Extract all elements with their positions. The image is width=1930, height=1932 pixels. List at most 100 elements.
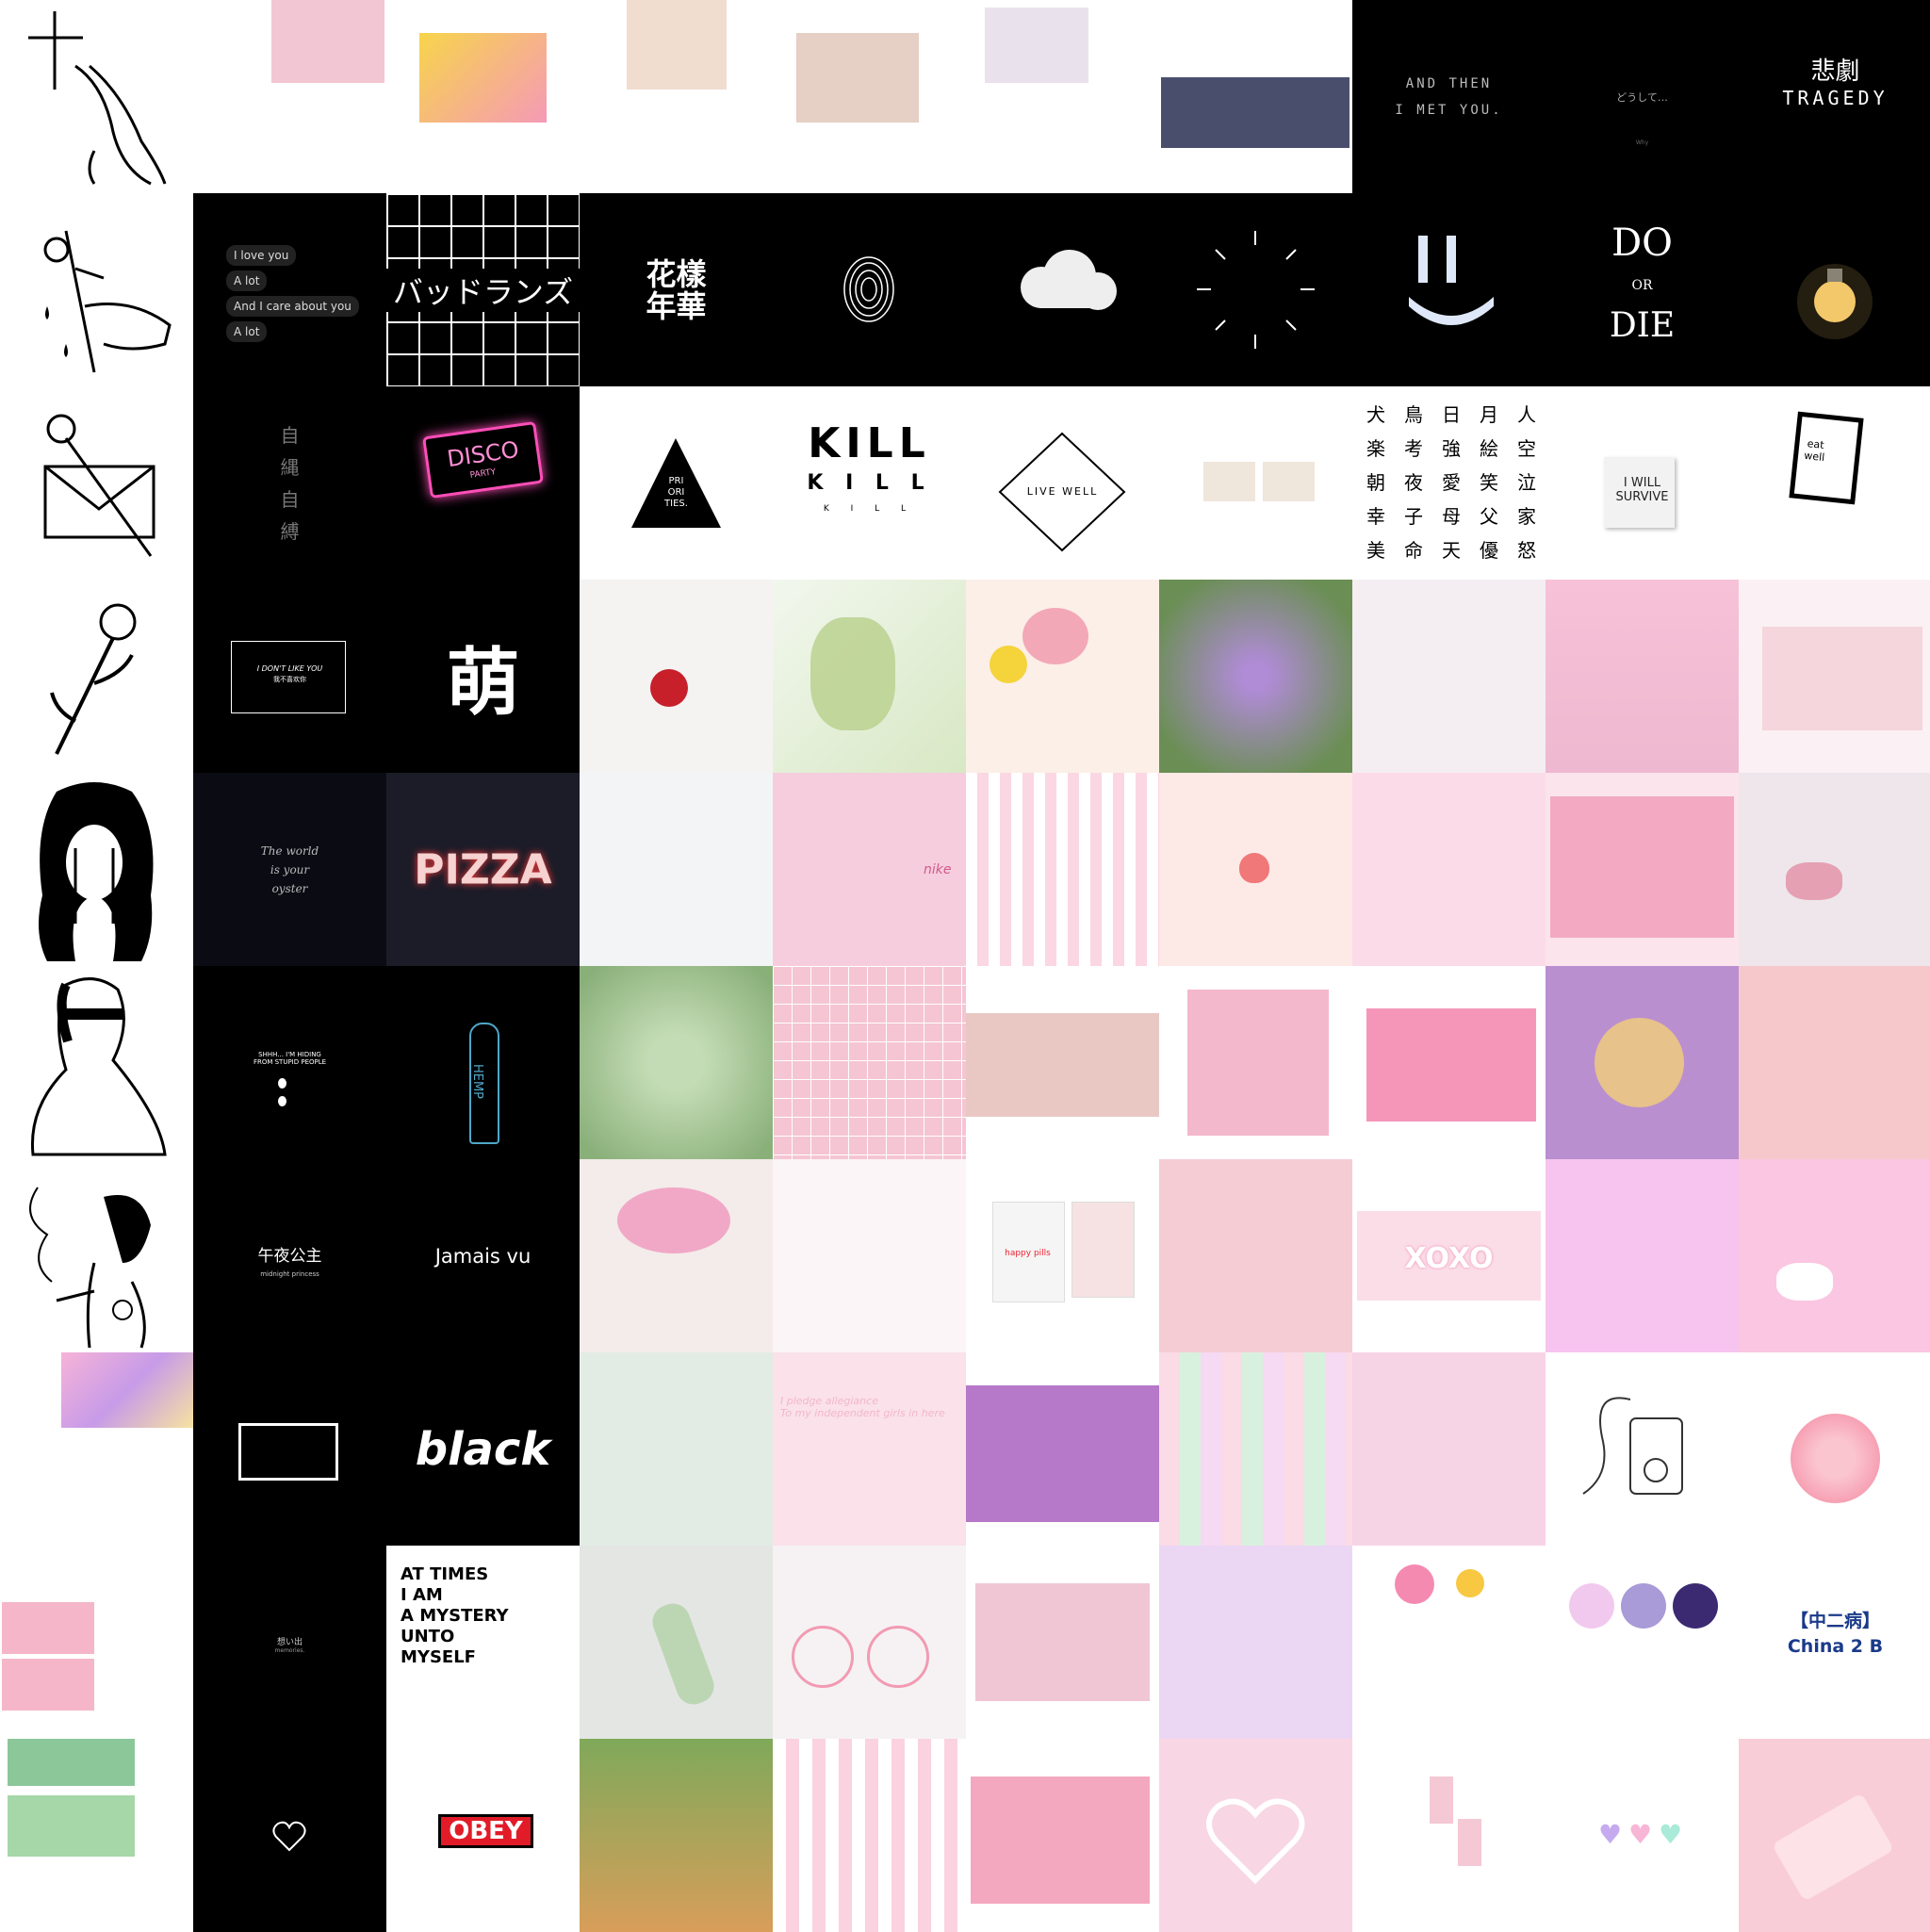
empty-rectangle — [238, 1423, 338, 1481]
pink-shirt-tile: nike — [773, 773, 966, 966]
tragedy-cn-text: 悲劇 — [1810, 57, 1860, 86]
kill-tile: KILL K I L L K I L L — [773, 386, 966, 580]
white-heart-tile — [1159, 1739, 1352, 1932]
blindfolded-woman-drawing — [0, 966, 193, 1159]
stars-burst-tile — [1159, 193, 1352, 386]
shhh-tile: SHHH... I'M HIDING FROM STUPID PEOPLE — [193, 966, 386, 1159]
unicorn-tile — [1739, 1159, 1930, 1352]
strawberry-pin-tile — [1159, 773, 1352, 966]
obey-tile: OBEY — [386, 1739, 580, 1932]
praying-hands-icon — [28, 11, 167, 186]
pizza-neon-tile: PIZZA — [386, 773, 580, 966]
bunny-slippers-tile — [966, 0, 1159, 193]
tragedy-tile: 悲劇 TRAGEDY — [1739, 0, 1930, 193]
pink-candy-bowl-tile — [966, 1352, 1159, 1546]
dripping-face-tile — [1352, 193, 1546, 386]
music-player-icon — [1582, 1397, 1683, 1495]
window-glasses-tile — [580, 1352, 773, 1546]
pledge-text: I pledge allegiance To my independent gi… — [780, 1395, 945, 1419]
heart-outline-tile — [193, 1739, 386, 1932]
kanji-col-4: 月絵笑父優 — [1480, 403, 1498, 562]
kill-small-text: K I L L — [823, 504, 916, 514]
dont-like-sub-text: 我不喜欢你 — [273, 676, 306, 683]
pocky-sticks-tile — [773, 1159, 966, 1352]
praying-hands-cross-drawing — [0, 0, 193, 193]
anime-girl-brushing-tile — [773, 0, 966, 193]
zibai-tile: 自 縄 自 縛 — [193, 386, 386, 580]
doushite-sub-text: Why — [1635, 139, 1649, 146]
world-oyster-text: The world is your oyster — [260, 843, 319, 895]
water-bottles-tile — [1159, 1159, 1352, 1352]
rose-icon — [50, 603, 137, 755]
round-glasses-tile — [773, 1546, 966, 1739]
marshmallows-tile — [1739, 773, 1930, 966]
heart-icon — [1206, 1798, 1305, 1885]
kanji-col-5: 人空泣家怒 — [1517, 403, 1536, 562]
purple-daisies-tile — [1159, 580, 1352, 773]
hand-holding-rose-drawing — [0, 193, 193, 386]
blindfold-woman-icon — [30, 977, 167, 1156]
pizza-text: PIZZA — [414, 845, 552, 893]
anime-bike-girl-tile — [1352, 1352, 1546, 1546]
midnight-cn-text: 午夜公主 — [257, 1247, 322, 1266]
pink-stripes-bow-tile — [773, 1739, 966, 1932]
shhh-text: SHHH... I'M HIDING FROM STUPID PEOPLE — [253, 1051, 327, 1066]
pink-gift-bag-tile — [966, 1739, 1159, 1932]
crying-woman-icon — [39, 782, 154, 961]
green-succulent-tile — [773, 580, 966, 773]
jamais-vu-tile: Jamais vu — [386, 1159, 580, 1352]
hemp-neon-tile: HEMP — [386, 966, 580, 1159]
pastel-dress-tile — [1159, 1546, 1352, 1739]
happy-pills-text: happy pills — [1005, 1249, 1051, 1258]
anime-sleeping-girl-tile — [0, 1546, 193, 1739]
priorities-text: PRI ORI TIES. — [664, 476, 688, 509]
jamais-vu-text: Jamais vu — [434, 1244, 532, 1268]
single-rose-drawing — [0, 580, 193, 773]
envelope-rose-icon — [43, 414, 155, 557]
i-will-survive-text: I WILL SURVIVE — [1615, 476, 1669, 504]
lace-fabric-tile — [1352, 580, 1546, 773]
memories-text: memories. — [274, 1647, 305, 1654]
dont-like-text: I DON'T LIKE YOU — [256, 664, 323, 673]
deer-frames-tile — [1159, 386, 1352, 580]
dont-like-you-tile: I DON'T LIKE YOU 我不喜欢你 — [193, 580, 386, 773]
and-then-text: AND THEN I MET YOU. — [1395, 75, 1503, 118]
fingerprint-icon — [843, 256, 894, 322]
xoxo-text: XOXO — [1404, 1242, 1494, 1275]
pink-heart-icon: ♥ — [1628, 1819, 1653, 1850]
do-or-die-word-2: OR — [1631, 278, 1653, 293]
midnight-en-text: midnight princess — [260, 1270, 319, 1278]
do-or-die-word-1: DO — [1611, 221, 1673, 265]
tragedy-en-text: TRAGEDY — [1782, 87, 1889, 109]
lollipops-tile — [1546, 1546, 1739, 1739]
mp3-player-drawing-tile — [1546, 1352, 1739, 1546]
rose-hand-icon — [43, 230, 172, 373]
bunny-pattern-tile — [966, 773, 1159, 966]
love-line-3: And I care about you — [226, 296, 359, 317]
cloud-tile — [966, 193, 1159, 386]
meng-tile: 萌 — [386, 580, 580, 773]
anime-bike-tile — [1352, 773, 1546, 966]
kanji-col-1: 犬楽朝幸美 — [1366, 403, 1385, 562]
huayang-tile: 花樣 年華 — [580, 193, 773, 386]
love-line-4: A lot — [226, 321, 268, 342]
grapefruit-tile — [1739, 1352, 1930, 1546]
kanji-col-2: 鳥考夜子命 — [1404, 403, 1423, 562]
doushite-text: どうして… — [1616, 90, 1668, 104]
gingham-bow-tile — [966, 966, 1159, 1159]
red-rose-tile — [580, 580, 773, 773]
cloud-icon — [1021, 250, 1117, 310]
pink-books-tile — [1159, 966, 1352, 1159]
love-line-2: A lot — [226, 270, 268, 291]
love-messages-tile: I love you A lot And I care about you A … — [193, 193, 386, 386]
chuunibyou-text: 【中二病】 — [1790, 1611, 1880, 1631]
pink-bubbles-tile — [1739, 966, 1930, 1159]
obey-text: OBEY — [438, 1814, 533, 1848]
lightbulb-tile — [1739, 193, 1930, 386]
smoking-woman-drawing — [0, 1159, 193, 1352]
mint-heart-icon: ♥ — [1659, 1819, 1683, 1850]
anime-girl-sitting-tile — [580, 0, 773, 193]
zibai-text: 自 縄 自 縛 — [280, 423, 300, 543]
smoking-woman-icon — [29, 1187, 151, 1349]
pink-phone-tile — [1739, 1739, 1930, 1932]
